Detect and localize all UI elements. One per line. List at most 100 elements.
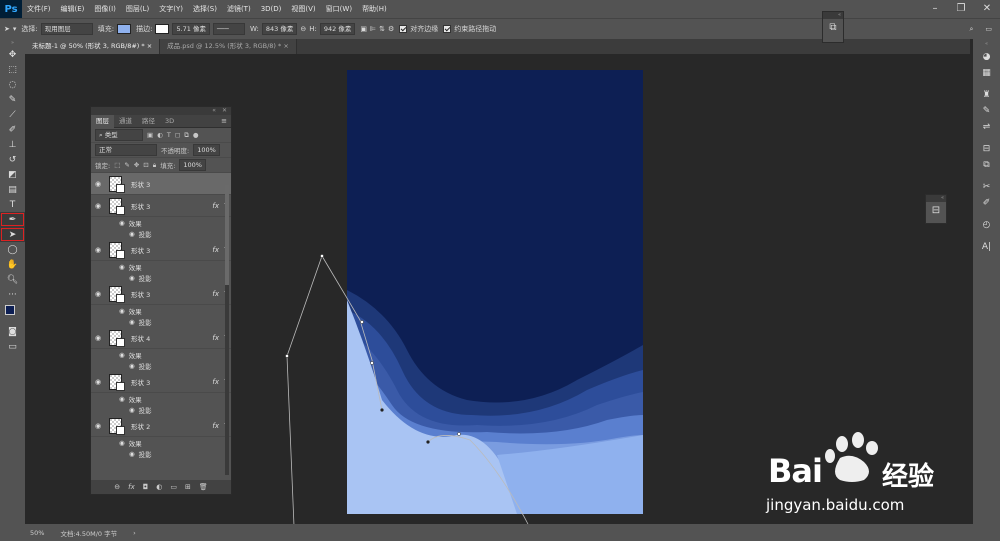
maximize-icon[interactable]: ❐	[948, 0, 974, 18]
shape-tool-icon[interactable]: ◯	[0, 242, 25, 257]
history-brush-icon[interactable]: ↺	[0, 152, 25, 167]
drop-shadow-row[interactable]: ◉ 投影	[91, 228, 231, 239]
visibility-eye-icon[interactable]: ◉	[129, 362, 135, 370]
visibility-eye-icon[interactable]: ◉	[91, 246, 105, 254]
effects-row[interactable]: ◉ 效果	[91, 349, 231, 360]
visibility-eye-icon[interactable]: ◉	[129, 450, 135, 458]
visibility-eye-icon[interactable]: ◉	[91, 334, 105, 342]
layer-row[interactable]: ◉ 形状 2 fx ⌃	[91, 415, 231, 437]
properties-panel-icon[interactable]: ⊟	[926, 205, 946, 216]
fx-badge[interactable]: fx	[212, 202, 219, 210]
effects-row[interactable]: ◉ 效果	[91, 217, 231, 228]
layer-name[interactable]: 形状 3	[131, 179, 150, 189]
dock-collapse-icon[interactable]: «	[973, 39, 1000, 49]
h-field[interactable]: 942 像素	[319, 23, 356, 35]
blend-mode-dropdown[interactable]: 正常	[95, 144, 157, 156]
visibility-eye-icon[interactable]: ◉	[129, 406, 135, 414]
layer-name[interactable]: 形状 4	[131, 333, 150, 343]
path-arrangement-icon[interactable]: ⇅	[379, 25, 385, 33]
drop-shadow-row[interactable]: ◉ 投影	[91, 316, 231, 327]
direct-selection-tool-icon[interactable]: ➤	[0, 227, 25, 242]
libraries-panel-icon[interactable]: ⧉	[973, 157, 1000, 173]
close-icon[interactable]: ✕	[974, 0, 1000, 18]
gradient-tool-icon[interactable]: ▤	[0, 182, 25, 197]
select-dropdown[interactable]: 现用图层	[40, 23, 93, 35]
stroke-type-dropdown[interactable]: ───	[213, 23, 246, 35]
stamp-tool-icon[interactable]: ⊥	[0, 137, 25, 152]
tab-layers[interactable]: 图层	[91, 114, 114, 128]
tab-finished-psd[interactable]: 成品.psd @ 12.5% (形状 3, RGB/8) * ×	[160, 39, 297, 54]
layer-row[interactable]: ◉ 形状 3 fx ⌃	[91, 283, 231, 305]
tab-3d[interactable]: 3D	[160, 115, 179, 128]
panel-menu-icon[interactable]: ≡	[221, 117, 231, 125]
menu-3d[interactable]: 3D(D)	[256, 0, 287, 18]
visibility-eye-icon[interactable]: ◉	[91, 422, 105, 430]
effects-row[interactable]: ◉ 效果	[91, 437, 231, 448]
visibility-eye-icon[interactable]: ◉	[129, 230, 135, 238]
brush-settings-icon[interactable]: ✎	[973, 103, 1000, 119]
visibility-eye-icon[interactable]: ◉	[91, 180, 105, 188]
fill-field[interactable]: 100%	[179, 159, 206, 171]
fx-badge[interactable]: fx	[212, 378, 219, 386]
fx-badge[interactable]: fx	[212, 290, 219, 298]
pen-tool-icon[interactable]: ✒	[0, 212, 25, 227]
filter-smart-icon[interactable]: ⧉	[184, 131, 189, 140]
link-icon[interactable]: ⊖	[300, 25, 306, 33]
eraser-tool-icon[interactable]: ◩	[0, 167, 25, 182]
status-arrow-icon[interactable]: ›	[133, 529, 136, 537]
scrollbar-thumb[interactable]	[225, 185, 229, 285]
lock-pixels-icon[interactable]: ✎	[124, 161, 129, 169]
tool-preset-picker[interactable]: ➤ ▾	[4, 25, 16, 33]
adjustment-layer-icon[interactable]: ◐	[156, 483, 162, 491]
fx-badge[interactable]: fx	[212, 246, 219, 254]
layer-row[interactable]: ◉ 形状 4 fx ⌃	[91, 327, 231, 349]
visibility-eye-icon[interactable]: ◉	[129, 274, 135, 282]
layer-comps-icon[interactable]: ⊟	[973, 141, 1000, 157]
collapse-icon[interactable]: «	[212, 107, 216, 115]
layer-row[interactable]: ◉ 形状 3 fx ⌃	[91, 371, 231, 393]
history-icon[interactable]: ◴	[973, 217, 1000, 233]
add-mask-icon[interactable]: ◘	[143, 483, 149, 491]
menu-select[interactable]: 选择(S)	[188, 0, 222, 18]
quick-mask-icon[interactable]: ◙	[0, 324, 25, 339]
filter-pixel-icon[interactable]: ▣	[147, 131, 153, 139]
layer-name[interactable]: 形状 2	[131, 421, 150, 431]
visibility-eye-icon[interactable]: ◉	[91, 202, 105, 210]
lasso-tool-icon[interactable]: ◌	[0, 77, 25, 92]
collapse-icon[interactable]: «	[823, 12, 843, 19]
marquee-tool-icon[interactable]: ⬚	[0, 62, 25, 77]
visibility-eye-icon[interactable]: ◉	[119, 395, 125, 403]
drop-shadow-row[interactable]: ◉ 投影	[91, 404, 231, 415]
link-layers-icon[interactable]: ⊖	[114, 483, 120, 491]
workspace-icon[interactable]: ▭	[985, 25, 992, 33]
layer-row[interactable]: ◉ 形状 3 fx ⌃	[91, 239, 231, 261]
swatches-panel-icon[interactable]: ▦	[973, 65, 1000, 81]
menu-type[interactable]: 文字(Y)	[154, 0, 188, 18]
layers-scrollbar[interactable]	[225, 185, 229, 475]
layer-name[interactable]: 形状 3	[131, 201, 150, 211]
hand-tool-icon[interactable]: ✋	[0, 257, 25, 272]
styles-panel-icon[interactable]: ♜	[973, 87, 1000, 103]
effects-row[interactable]: ◉ 效果	[91, 261, 231, 272]
adjustments-panel-icon[interactable]: ⇌	[973, 119, 1000, 135]
layer-name[interactable]: 形状 3	[131, 245, 150, 255]
menu-filter[interactable]: 滤镜(T)	[222, 0, 256, 18]
visibility-eye-icon[interactable]: ◉	[91, 378, 105, 386]
w-field[interactable]: 843 像素	[261, 23, 298, 35]
add-style-fx-icon[interactable]: fx	[128, 483, 135, 491]
effects-row[interactable]: ◉ 效果	[91, 305, 231, 316]
tab-channels[interactable]: 通道	[114, 115, 137, 128]
delete-layer-icon[interactable]: 🗑︎	[199, 483, 208, 491]
tab-close-icon[interactable]: ×	[147, 42, 152, 50]
drop-shadow-row[interactable]: ◉ 投影	[91, 448, 231, 459]
toolbar-collapse-icon[interactable]: »	[0, 39, 25, 47]
foreground-color-swatch[interactable]	[5, 305, 15, 315]
drop-shadow-row[interactable]: ◉ 投影	[91, 360, 231, 371]
color-panel-icon[interactable]: ◕	[973, 49, 1000, 65]
menu-image[interactable]: 图像(I)	[89, 0, 121, 18]
lock-artboard-icon[interactable]: ⊡	[143, 161, 148, 169]
filter-shape-icon[interactable]: ◻	[175, 131, 180, 139]
close-panel-icon[interactable]: ✕	[222, 107, 227, 115]
brush-presets-icon[interactable]: ✐	[973, 195, 1000, 211]
settings-gear-icon[interactable]: ⚙	[388, 25, 394, 33]
